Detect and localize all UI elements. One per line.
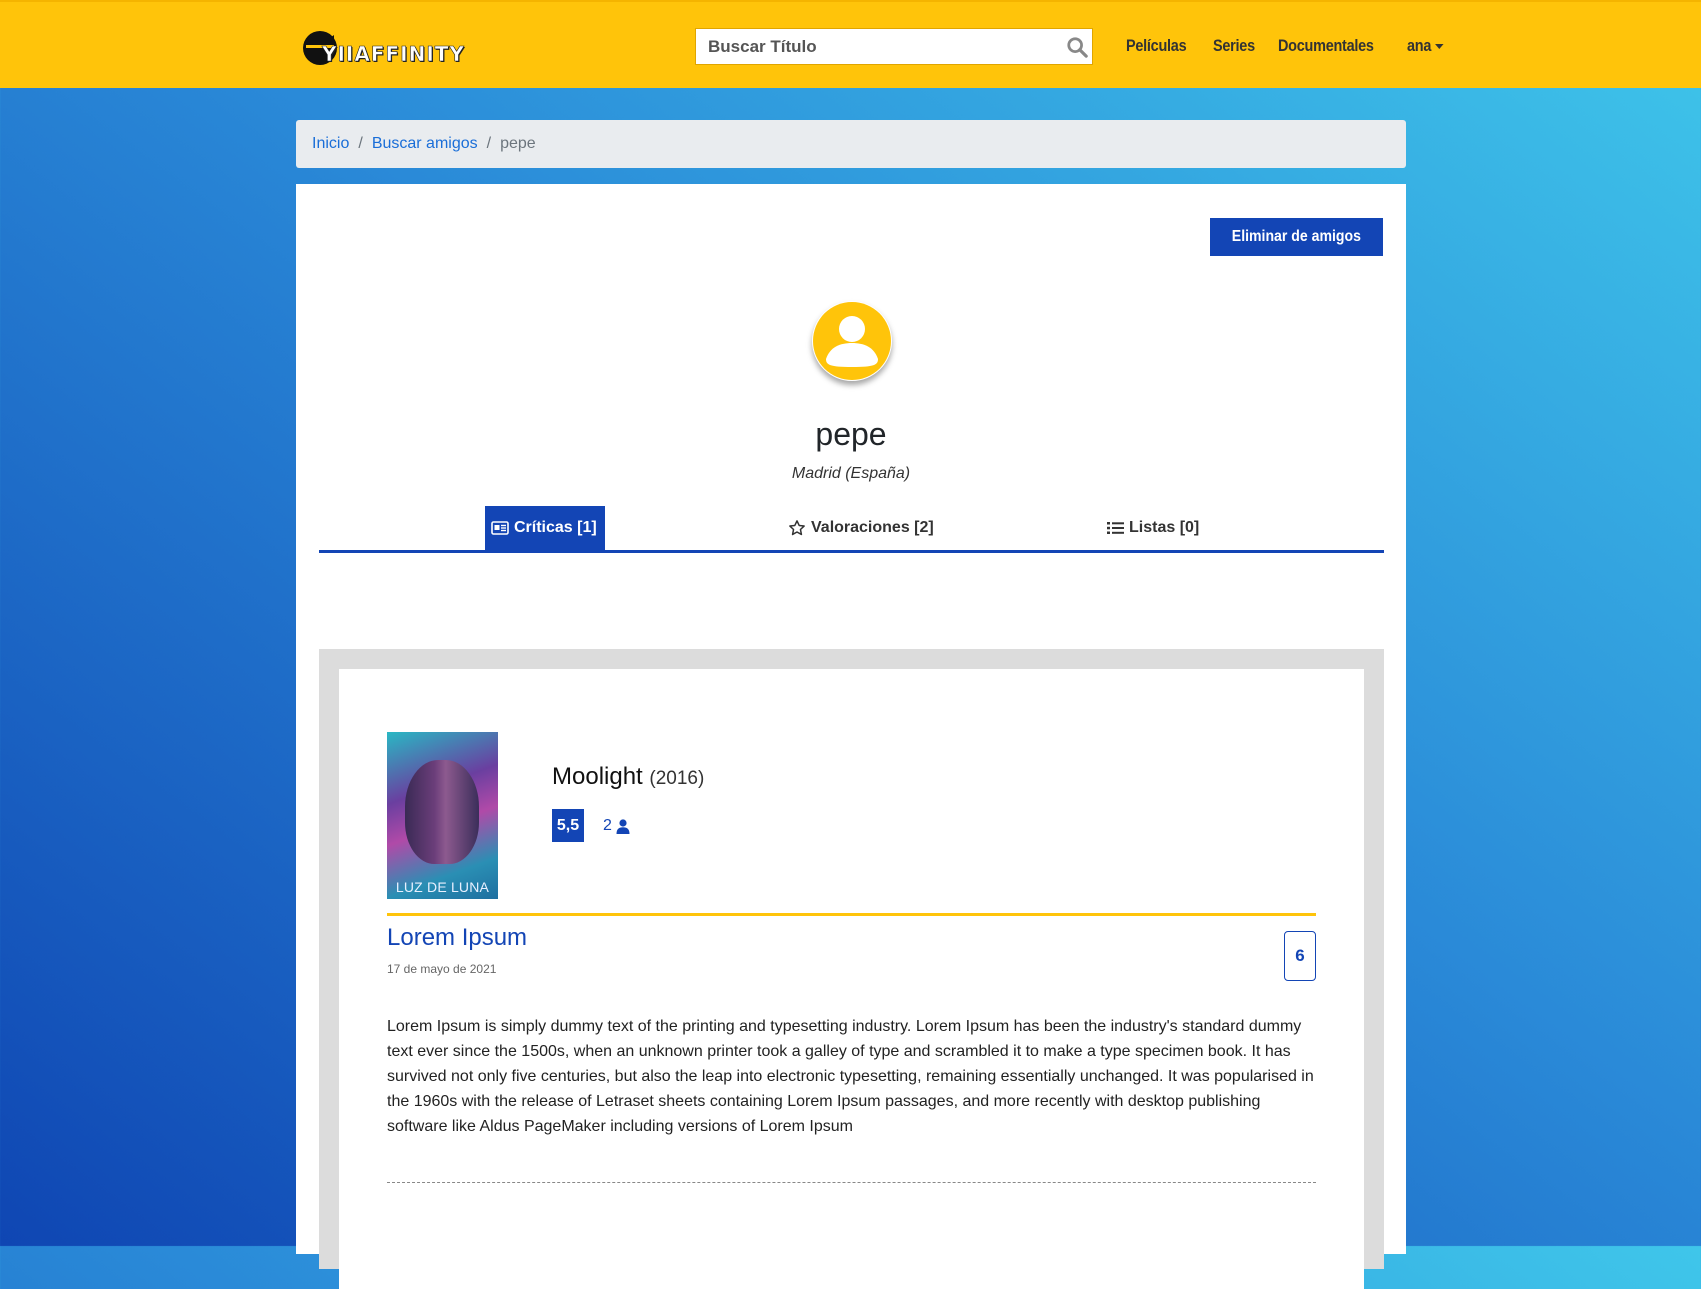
profile-username: pepe [815,416,887,452]
tab-valoraciones[interactable]: Valoraciones [2] [782,506,940,550]
voters-count[interactable]: 2 [603,817,630,835]
movie-title[interactable]: Moolight (2016) [552,763,704,791]
breadcrumb-current: pepe [500,135,536,152]
review-title[interactable]: Lorem Ipsum [387,924,527,952]
breadcrumb-separator: / [486,135,492,152]
review-bottom-divider [387,1182,1316,1183]
poster-title: LUZ DE LUNA [395,879,490,895]
breadcrumb: Inicio / Buscar amigos / pepe [296,120,1406,168]
tab-listas[interactable]: Listas [0] [1101,506,1205,550]
review-score: 6 [1284,931,1316,981]
breadcrumb-separator: / [358,135,363,152]
movie-year: (2016) [649,768,705,789]
profile-card: Eliminar de amigos pepe Madrid (España) … [296,184,1406,1289]
review-date: 17 de mayo de 2021 [387,962,497,976]
profile-tabs: Críticas [1] Valoraciones [2] Listas [0] [319,506,1384,553]
user-icon [616,818,630,834]
user-name: ana [1406,36,1432,55]
review-card: LUZ DE LUNA Moolight (2016) 5,5 2 Lorem … [339,669,1364,1289]
reviews-container: LUZ DE LUNA Moolight (2016) 5,5 2 Lorem … [319,649,1384,1289]
nav-links: Películas Series Documentales ana [1126,36,1466,56]
tab-criticas-label: Críticas [1] [514,519,597,536]
tab-valoraciones-label: Valoraciones [2] [811,519,934,536]
movie-title-text: Moolight [552,763,643,790]
nav-link-documentales[interactable]: Documentales [1278,36,1374,56]
review-body: Lorem Ipsum is simply dummy text of the … [387,1018,1314,1135]
search-bar [695,28,1093,65]
star-icon [789,520,805,536]
movie-poster[interactable]: LUZ DE LUNA [387,732,498,899]
search-icon[interactable] [1066,36,1088,58]
logo-text: YIIAFFINITY [322,42,465,67]
remove-friend-label: Eliminar de amigos [1232,228,1362,245]
search-input[interactable] [696,29,1060,64]
user-circle-icon [813,302,891,380]
remove-friend-button[interactable]: Eliminar de amigos [1210,218,1383,256]
review-divider [387,913,1316,916]
average-score-badge: 5,5 [552,809,584,842]
tab-criticas[interactable]: Críticas [1] [485,506,605,550]
poster-image [405,760,479,864]
nav-link-series[interactable]: Series [1213,36,1255,56]
breadcrumb-inicio[interactable]: Inicio [312,135,349,153]
tab-listas-label: Listas [0] [1129,519,1200,536]
nav-link-peliculas[interactable]: Películas [1126,36,1187,56]
list-icon [1107,522,1124,534]
navbar: YIIAFFINITY Películas Series Documentale… [0,0,1701,88]
breadcrumb-buscar-amigos[interactable]: Buscar amigos [372,135,478,153]
avatar [812,301,892,381]
chevron-down-icon [1435,43,1444,49]
newspaper-icon [491,521,509,535]
voters-number: 2 [603,817,612,834]
user-menu[interactable]: ana [1407,36,1444,56]
profile-location: Madrid (España) [791,465,911,482]
